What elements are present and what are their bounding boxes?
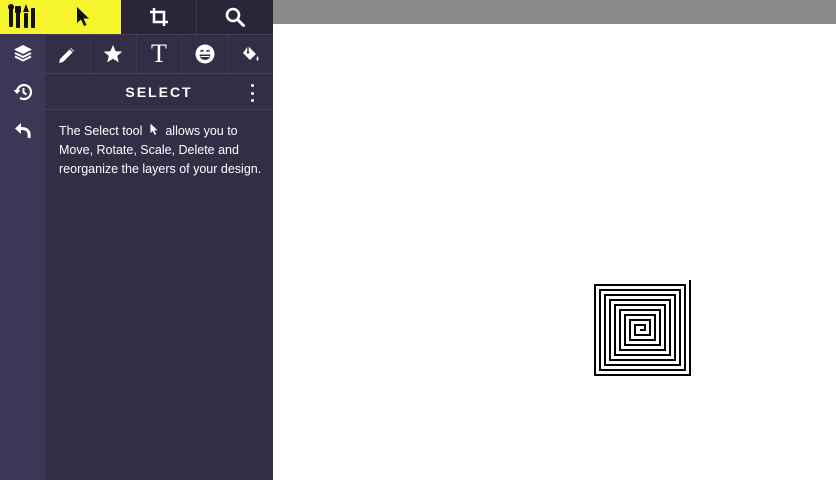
text-tool-button[interactable]: T bbox=[137, 35, 183, 73]
cursor-icon bbox=[150, 123, 158, 135]
layers-button[interactable] bbox=[0, 34, 45, 72]
history-button[interactable] bbox=[0, 73, 45, 111]
pencil-icon bbox=[59, 48, 75, 63]
star-icon bbox=[103, 45, 123, 63]
tool-bar: T bbox=[45, 34, 273, 74]
cursor-icon bbox=[77, 7, 89, 26]
grin-emoji-icon bbox=[195, 44, 215, 64]
canvas-top-bar bbox=[273, 0, 836, 24]
undo-button[interactable] bbox=[0, 111, 45, 149]
layers-icon bbox=[13, 45, 32, 62]
pencil-tool-button[interactable] bbox=[45, 35, 91, 73]
more-options-icon[interactable] bbox=[249, 84, 255, 102]
description-line3: reorganize the layers of your design. bbox=[59, 162, 262, 176]
text-icon: T bbox=[151, 39, 167, 68]
square-spiral-artwork[interactable] bbox=[538, 232, 743, 432]
tools-logo-icon bbox=[8, 4, 35, 28]
undo-icon bbox=[14, 123, 31, 139]
tab-zoom[interactable] bbox=[197, 0, 273, 34]
fill-tool-button[interactable] bbox=[228, 35, 273, 73]
tab-select[interactable] bbox=[45, 0, 121, 34]
description-part1: The Select tool bbox=[59, 124, 143, 138]
shape-tool-button[interactable] bbox=[91, 35, 137, 73]
search-icon bbox=[225, 7, 245, 27]
paint-bucket-icon bbox=[242, 46, 259, 61]
panel-header: SELECT bbox=[45, 75, 273, 110]
history-icon bbox=[13, 83, 32, 101]
description-line2: Move, Rotate, Scale, Delete and bbox=[59, 143, 239, 157]
tool-description: The Select tool allows you to Move, Rota… bbox=[59, 122, 269, 179]
tab-crop[interactable] bbox=[121, 0, 197, 34]
left-rail bbox=[0, 0, 45, 480]
crop-icon bbox=[149, 8, 168, 26]
top-tab-bar bbox=[45, 0, 273, 34]
description-part2: allows you to bbox=[165, 124, 238, 138]
logo-button[interactable] bbox=[0, 0, 45, 34]
emoji-tool-button[interactable] bbox=[182, 35, 229, 73]
panel-title: SELECT bbox=[125, 84, 193, 100]
